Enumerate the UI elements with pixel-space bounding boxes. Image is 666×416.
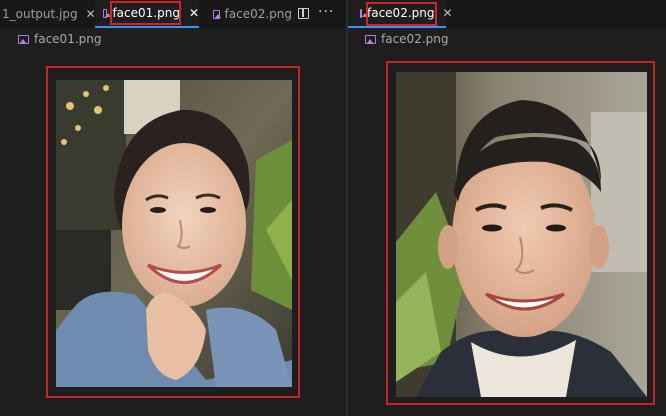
image-preview-face01	[56, 80, 292, 387]
image-file-icon	[213, 9, 221, 19]
image-file-icon	[18, 34, 29, 44]
breadcrumb[interactable]: face01.png	[18, 30, 101, 48]
tab-label: face02.png	[367, 6, 435, 20]
left-editor-group: 1_output.jpg ✕ face01.png ✕ face02.png ·…	[0, 0, 346, 416]
breadcrumb[interactable]: face02.png	[365, 30, 448, 48]
tab-face01[interactable]: face01.png ✕	[95, 0, 199, 28]
right-editor-group: face02.png ✕ face02.png	[348, 0, 666, 416]
image-file-icon	[103, 8, 112, 18]
left-tab-bar: 1_output.jpg ✕ face01.png ✕ face02.png ·…	[0, 0, 346, 28]
tab-1-output[interactable]: 1_output.jpg ✕	[0, 0, 96, 28]
breadcrumb-label: face02.png	[381, 32, 449, 46]
tab-face02[interactable]: face02.png ✕	[348, 0, 453, 28]
face-photo	[396, 72, 647, 397]
more-actions-icon[interactable]: ···	[318, 4, 334, 20]
tab-face02[interactable]: face02.png	[202, 0, 292, 28]
image-file-icon	[365, 34, 376, 44]
image-preview-face02	[396, 72, 647, 397]
tab-label: face01.png	[112, 6, 180, 20]
tab-label: face02.png	[224, 7, 292, 21]
close-icon[interactable]: ✕	[442, 6, 452, 20]
right-tab-bar: face02.png ✕	[348, 0, 666, 28]
image-file-icon	[360, 8, 368, 18]
close-icon[interactable]: ✕	[189, 6, 199, 20]
breadcrumb-label: face01.png	[34, 32, 102, 46]
tab-label: 1_output.jpg	[2, 7, 78, 21]
face-photo	[56, 80, 292, 387]
split-editor-icon[interactable]	[298, 8, 309, 19]
